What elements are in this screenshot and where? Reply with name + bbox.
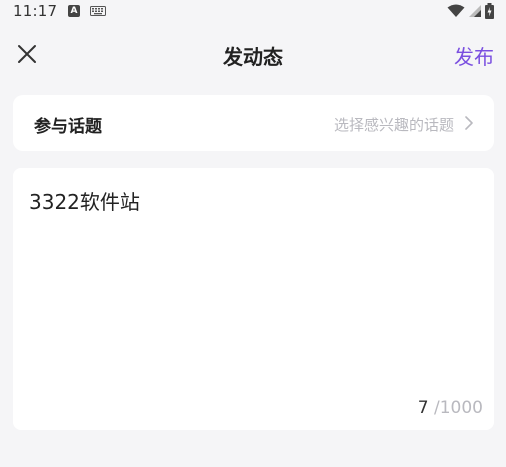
topic-hint: 选择感兴趣的话题	[333, 116, 454, 134]
header: 发动态 发布	[0, 32, 506, 76]
battery-icon	[485, 3, 494, 19]
char-counter: 7 /1000	[418, 398, 483, 418]
keyboard-icon	[90, 6, 106, 16]
cell-signal-icon	[469, 5, 481, 17]
status-right	[447, 3, 494, 19]
chevron-right-icon	[465, 116, 473, 130]
status-bar: 11:17 A	[0, 0, 506, 24]
topic-selector[interactable]: 参与话题 选择感兴趣的话题	[13, 95, 494, 151]
wifi-icon	[447, 4, 465, 17]
topic-label: 参与话题	[34, 117, 102, 137]
char-max: /1000	[434, 398, 483, 418]
post-content-card: 3322软件站 7 /1000	[13, 168, 494, 430]
notification-a-icon: A	[68, 5, 80, 17]
page-title: 发动态	[223, 45, 283, 69]
char-count: 7	[417, 398, 429, 418]
post-text-input[interactable]: 3322软件站	[29, 186, 479, 386]
status-time: 11:17	[13, 2, 58, 20]
publish-button[interactable]: 发布	[454, 41, 494, 70]
